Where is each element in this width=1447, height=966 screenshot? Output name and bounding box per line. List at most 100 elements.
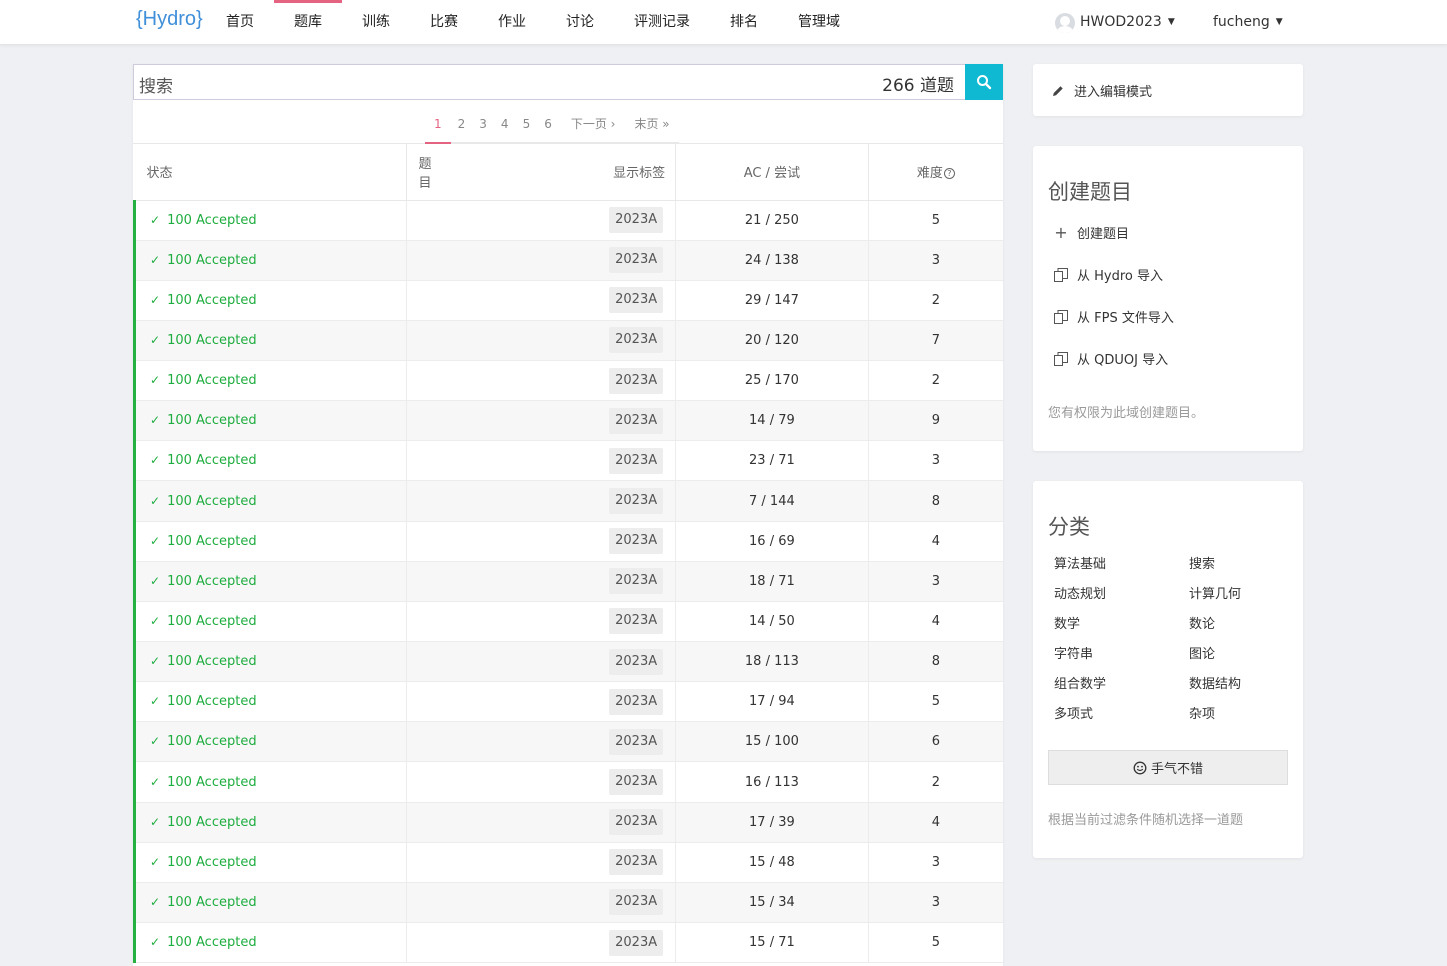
tag-badge[interactable]: 2023A: [609, 648, 664, 675]
category-item[interactable]: 计算几何: [1189, 583, 1241, 602]
import-fps-link[interactable]: 从 FPS 文件导入: [1051, 307, 1174, 326]
tag-badge[interactable]: 2023A: [609, 447, 664, 474]
table-row[interactable]: ✓100 Accepted☆OD013打印机队列2023A17 / 945: [133, 681, 1003, 723]
status-cell[interactable]: ✓ 100 Accepted: [133, 681, 407, 723]
status-cell[interactable]: ✓ 100 Accepted: [133, 480, 407, 522]
tag-badge[interactable]: 2023A: [609, 327, 664, 354]
nav-item-problems[interactable]: 题库: [274, 0, 342, 45]
nav-item-records[interactable]: 评测记录: [614, 0, 710, 45]
category-item[interactable]: 搜索: [1189, 553, 1215, 572]
tag-badge[interactable]: 2023A: [609, 407, 664, 434]
table-row[interactable]: ✓100 Accepted☆OD015二元组个数2023A16 / 1132: [133, 761, 1003, 803]
tag-badge[interactable]: 2023A: [609, 367, 664, 394]
status-cell[interactable]: ✓ 100 Accepted: [133, 360, 407, 402]
page-5[interactable]: 5: [516, 100, 538, 142]
table-row[interactable]: ✓100 Accepted☆OD012羊、狼、农夫过河2023A18 / 113…: [133, 641, 1003, 683]
category-item[interactable]: 数学: [1054, 613, 1080, 632]
tag-badge[interactable]: 2023A: [609, 568, 664, 595]
user-dropdown[interactable]: fucheng ▼: [1213, 0, 1283, 45]
page-3[interactable]: 3: [472, 100, 494, 142]
status-cell[interactable]: ✓ 100 Accepted: [133, 240, 407, 281]
nav-item-homework[interactable]: 作业: [478, 0, 546, 45]
nav-item-contest[interactable]: 比赛: [410, 0, 478, 45]
tag-badge[interactable]: 2023A: [609, 769, 664, 796]
table-row[interactable]: ✓100 Accepted☆OD019对称美学2023A15 / 715: [133, 922, 1003, 964]
page-4[interactable]: 4: [494, 100, 516, 142]
table-row[interactable]: ✓100 Accepted☆OD014模拟商场优惠打折2023A15 / 100…: [133, 721, 1003, 763]
status-cell[interactable]: ✓ 100 Accepted: [133, 561, 407, 602]
table-row[interactable]: ✓100 Accepted☆OD005最多颜色的车辆2023A25 / 1702: [133, 360, 1003, 402]
category-item[interactable]: 图论: [1189, 643, 1215, 662]
table-row[interactable]: ✓100 Accepted☆OD018最长的密码2023A15 / 343: [133, 882, 1003, 924]
hydro-logo[interactable]: {Hydro}: [136, 8, 203, 31]
create-problem-link[interactable]: + 创建题目: [1051, 223, 1129, 242]
category-item[interactable]: 数据结构: [1189, 673, 1241, 692]
nav-item-training[interactable]: 训练: [342, 0, 410, 45]
table-row[interactable]: ✓100 Accepted☆OD008等和子数组最小和2023A7 / 1448: [133, 480, 1003, 522]
table-row[interactable]: ✓100 Accepted☆OD009过滤组合字符串2023A16 / 694: [133, 521, 1003, 562]
search-input[interactable]: 搜索: [139, 72, 173, 97]
tag-badge[interactable]: 2023A: [609, 889, 664, 916]
import-qduoj-link[interactable]: 从 QDUOJ 导入: [1051, 349, 1168, 368]
status-cell[interactable]: ✓ 100 Accepted: [133, 761, 407, 803]
col-tags[interactable]: 显示标签: [406, 144, 677, 201]
page-2[interactable]: 2: [451, 100, 473, 142]
next-page[interactable]: 下一页 ›: [559, 100, 626, 142]
status-cell[interactable]: ✓ 100 Accepted: [133, 601, 407, 643]
page-1[interactable]: 1: [425, 100, 451, 144]
status-cell[interactable]: ✓ 100 Accepted: [133, 721, 407, 763]
last-page[interactable]: 末页 »: [625, 100, 678, 142]
help-icon[interactable]: ?: [943, 168, 955, 180]
problem-count: 266 道题: [882, 76, 954, 96]
status-cell[interactable]: ✓ 100 Accepted: [133, 882, 407, 924]
tag-badge[interactable]: 2023A: [609, 688, 664, 715]
tag-badge[interactable]: 2023A: [609, 207, 664, 234]
nav-item-home[interactable]: 首页: [206, 0, 274, 45]
status-cell[interactable]: ✓ 100 Accepted: [133, 200, 407, 241]
table-row[interactable]: ✓100 Accepted☆OD017计算数组中心位置2023A15 / 483: [133, 842, 1003, 883]
category-item[interactable]: 杂项: [1189, 703, 1215, 722]
table-row[interactable]: ✓100 Accepted☆OD010真正的密码2023A18 / 713: [133, 561, 1003, 602]
status-cell[interactable]: ✓ 100 Accepted: [133, 280, 407, 321]
category-item[interactable]: 组合数学: [1054, 673, 1106, 692]
tag-badge[interactable]: 2023A: [609, 728, 664, 755]
table-row[interactable]: ✓100 Accepted☆OD006不含101的数2023A14 / 799: [133, 400, 1003, 442]
table-row[interactable]: ✓100 Accepted☆OD003字符串重新排序2023A29 / 1472: [133, 280, 1003, 321]
category-item[interactable]: 字符串: [1054, 643, 1093, 662]
status-cell[interactable]: ✓ 100 Accepted: [133, 320, 407, 362]
table-row[interactable]: ✓100 Accepted☆OD011特异性双端队列2023A14 / 504: [133, 601, 1003, 643]
import-hydro-link[interactable]: 从 Hydro 导入: [1051, 265, 1163, 284]
tag-badge[interactable]: 2023A: [609, 528, 664, 555]
category-item[interactable]: 多项式: [1054, 703, 1093, 722]
nav-item-discussion[interactable]: 讨论: [546, 0, 614, 45]
table-row[interactable]: ✓100 Accepted☆OD016积木最远距离2023A17 / 394: [133, 802, 1003, 843]
table-row[interactable]: ✓100 Accepted☆OD001处理器问题2023A21 / 2505: [133, 200, 1003, 241]
status-cell[interactable]: ✓ 100 Accepted: [133, 922, 407, 964]
category-item[interactable]: 数论: [1189, 613, 1215, 632]
table-row[interactable]: ✓100 Accepted☆OD004完美走位2023A20 / 1207: [133, 320, 1003, 362]
category-item[interactable]: 动态规划: [1054, 583, 1106, 602]
nav-item-domain-manage[interactable]: 管理域: [778, 0, 860, 45]
nav-item-ranking[interactable]: 排名: [710, 0, 778, 45]
tag-badge[interactable]: 2023A: [609, 849, 664, 876]
tag-badge[interactable]: 2023A: [609, 287, 664, 314]
status-cell[interactable]: ✓ 100 Accepted: [133, 802, 407, 843]
domain-user-dropdown[interactable]: HWOD2023 ▼: [1055, 0, 1175, 45]
tag-badge[interactable]: 2023A: [609, 608, 664, 635]
category-item[interactable]: 算法基础: [1054, 553, 1106, 572]
status-cell[interactable]: ✓ 100 Accepted: [133, 400, 407, 442]
tag-badge[interactable]: 2023A: [609, 929, 664, 956]
status-cell[interactable]: ✓ 100 Accepted: [133, 521, 407, 562]
tag-badge[interactable]: 2023A: [609, 488, 664, 515]
page-6[interactable]: 6: [537, 100, 559, 142]
status-cell[interactable]: ✓ 100 Accepted: [133, 842, 407, 883]
lucky-button[interactable]: 手气不错: [1048, 750, 1288, 785]
search-button[interactable]: [965, 64, 1003, 100]
table-row[interactable]: ✓100 Accepted☆OD002单向链表中间节点2023A24 / 138…: [133, 240, 1003, 281]
status-cell[interactable]: ✓ 100 Accepted: [133, 641, 407, 683]
table-row[interactable]: ✓100 Accepted☆OD007租车骑绿岛2023A23 / 713: [133, 440, 1003, 482]
edit-mode-link[interactable]: 进入编辑模式: [1051, 81, 1152, 100]
tag-badge[interactable]: 2023A: [609, 247, 664, 274]
tag-badge[interactable]: 2023A: [609, 809, 664, 836]
status-cell[interactable]: ✓ 100 Accepted: [133, 440, 407, 482]
